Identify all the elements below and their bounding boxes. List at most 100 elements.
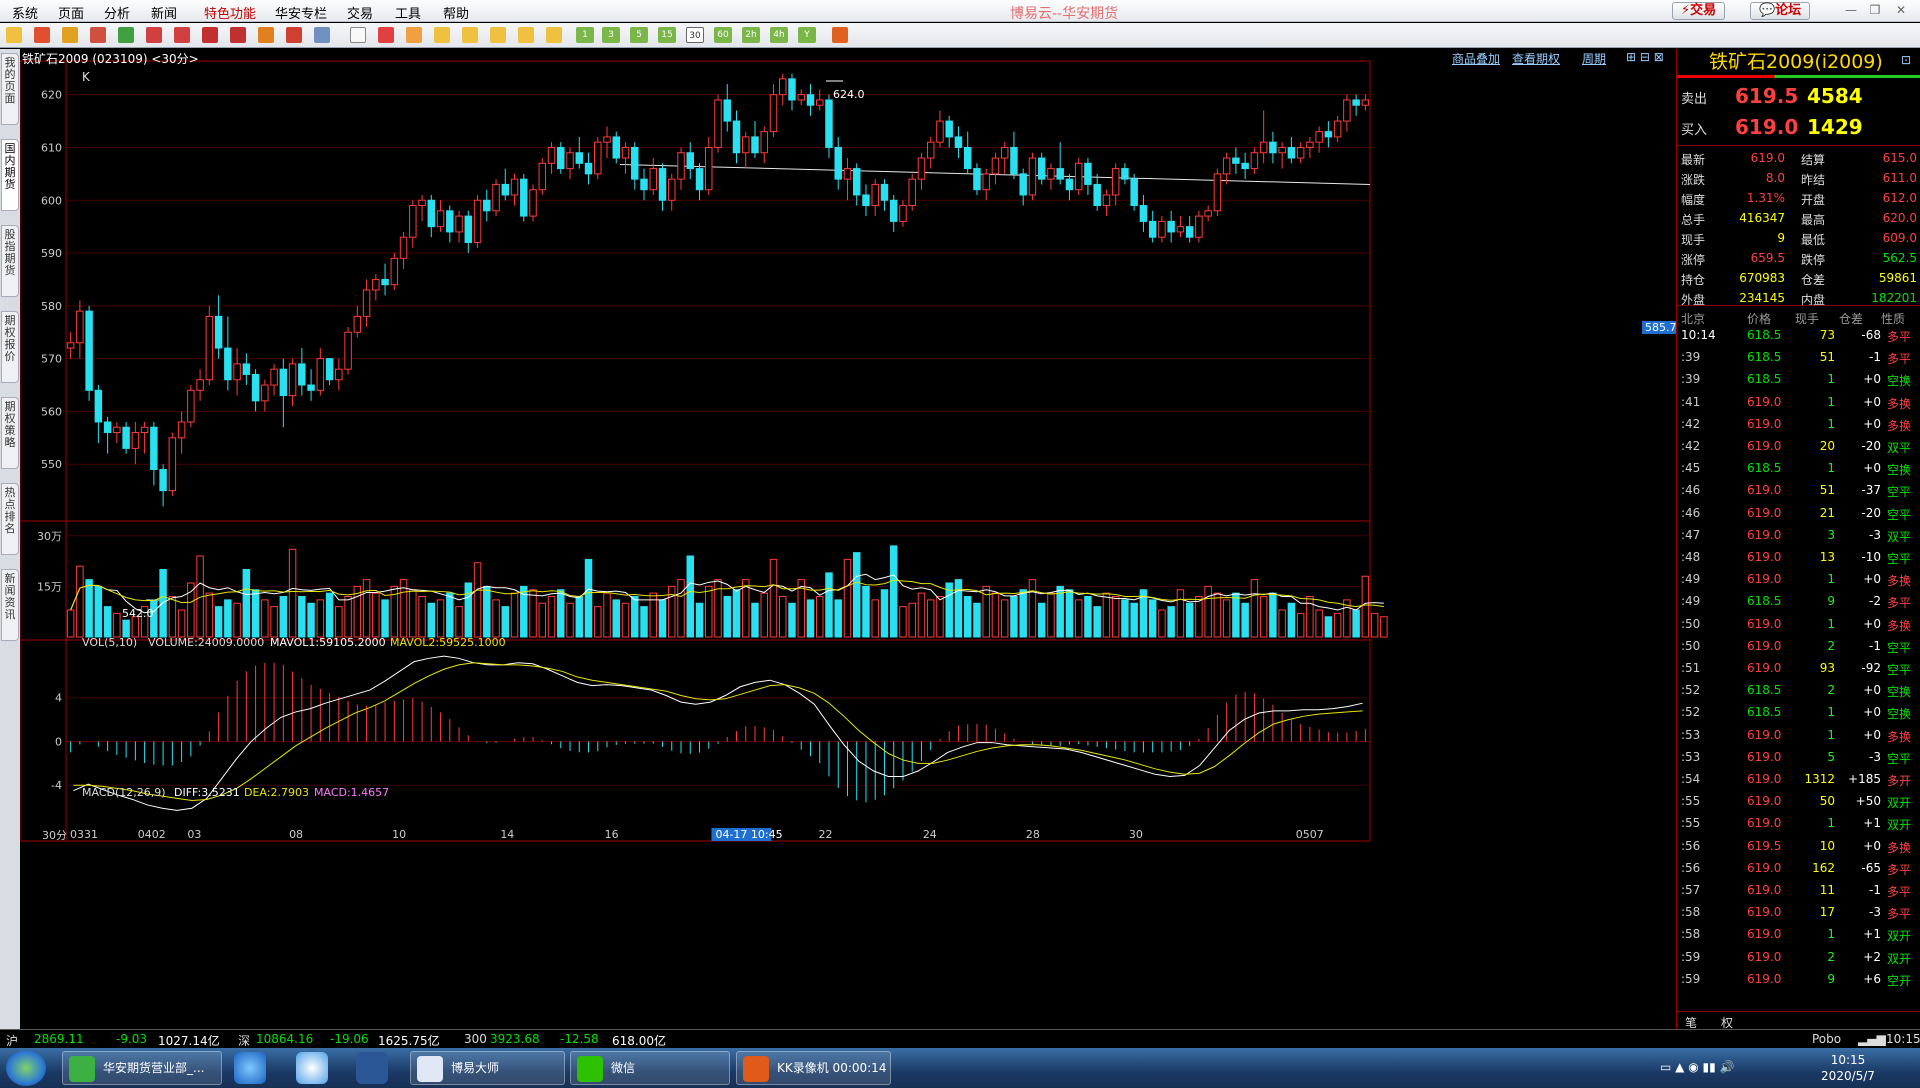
tick-row[interactable]: :59 619.0 2 +2 双开 (1677, 947, 1920, 969)
tick-icon[interactable] (406, 27, 422, 43)
week-icon[interactable] (462, 27, 478, 43)
chart-area[interactable]: 620 610 600 590 580 570 560 550 30万 15万 4 0 -4 30分 033… (20, 49, 1680, 1029)
task-wechat[interactable]: 微信 (570, 1051, 730, 1085)
maximize-icon[interactable]: ❐ (1864, 2, 1886, 18)
period-2h[interactable]: 2h (742, 27, 760, 43)
tick-row[interactable]: :54 619.0 1312 +185 多开 (1677, 769, 1920, 791)
period-3min[interactable]: 3 (602, 27, 620, 43)
task-kk-recorder[interactable]: KK录像机 00:00:14 (736, 1051, 891, 1085)
tick-row[interactable]: :42 619.0 1 +0 多换 (1677, 414, 1920, 436)
tick-row[interactable]: :58 619.0 1 +1 双开 (1677, 924, 1920, 946)
tray-icons[interactable]: ▭ ▲ ◉ ▮▮ 🔊 (1660, 1060, 1734, 1074)
tick-row[interactable]: :45 618.5 1 +0 空换 (1677, 458, 1920, 480)
zoom-out-icon[interactable] (174, 27, 190, 43)
filter-icon[interactable] (286, 27, 302, 43)
period-30min[interactable]: 30 (686, 27, 704, 43)
draw-icon[interactable] (258, 27, 274, 43)
pen-icon[interactable] (230, 27, 246, 43)
tick-row[interactable]: :39 618.5 51 -1 多平 (1677, 347, 1920, 369)
period-60min[interactable]: 60 (714, 27, 732, 43)
view-options-link[interactable]: 查看期权 (1512, 50, 1560, 67)
tick-row[interactable]: :53 619.0 5 -3 空平 (1677, 747, 1920, 769)
month-icon[interactable] (490, 27, 506, 43)
tick-row[interactable]: :47 619.0 3 -3 双平 (1677, 525, 1920, 547)
period-5min[interactable]: 5 (630, 27, 648, 43)
tick-row[interactable]: :55 619.0 1 +1 双开 (1677, 813, 1920, 835)
window-icon[interactable] (90, 27, 106, 43)
zoom-in-icon[interactable] (146, 27, 162, 43)
menu-help[interactable]: 帮助 (443, 3, 469, 22)
tick-row[interactable]: :41 619.0 1 +0 多换 (1677, 392, 1920, 414)
tick-row[interactable]: :52 618.5 2 +0 空换 (1677, 680, 1920, 702)
ask-row[interactable]: 卖出 619.5 4584 (1677, 82, 1920, 112)
bid-row[interactable]: 买入 619.0 1429 (1677, 113, 1920, 143)
minimize-icon[interactable]: — (1840, 2, 1862, 18)
menu-features[interactable]: 特色功能 (204, 3, 256, 22)
menu-page[interactable]: 页面 (58, 3, 84, 22)
commodity-overlay-link[interactable]: 商品叠加 (1452, 50, 1500, 67)
tick-row[interactable]: :55 619.0 50 +50 双开 (1677, 791, 1920, 813)
day-icon[interactable] (434, 27, 450, 43)
ie-icon[interactable] (234, 1052, 266, 1084)
back-icon[interactable] (6, 27, 22, 43)
tick-row[interactable]: :46 619.0 21 -20 空平 (1677, 503, 1920, 525)
tick-row[interactable]: :51 619.0 93 -92 空平 (1677, 658, 1920, 680)
tick-row[interactable]: :59 619.0 9 +6 空开 (1677, 969, 1920, 991)
tick-row[interactable]: :49 619.0 1 +0 多换 (1677, 569, 1920, 591)
table-icon[interactable] (350, 27, 366, 43)
tick-row[interactable]: :50 619.0 1 +0 多换 (1677, 614, 1920, 636)
tick-row[interactable]: :42 619.0 20 -20 双平 (1677, 436, 1920, 458)
clock[interactable]: 10:15 2020/5/7 (1808, 1052, 1888, 1084)
forum-button[interactable]: 💬论坛 (1750, 2, 1811, 20)
year-icon[interactable] (546, 27, 562, 43)
sidetab-hot-ranking[interactable]: 热点排名 (1, 483, 19, 555)
app-icon[interactable] (296, 1052, 328, 1084)
menu-system[interactable]: 系统 (12, 3, 38, 22)
tick-row[interactable]: :49 618.5 9 -2 多平 (1677, 591, 1920, 613)
chart-icon[interactable] (378, 27, 394, 43)
folder-icon[interactable] (62, 27, 78, 43)
period-4h[interactable]: 4h (770, 27, 788, 43)
tick-row[interactable]: 10:14 618.5 73 -68 多平 (1677, 325, 1920, 347)
layout-icons[interactable]: ⊞ ⊟ ⊠ (1626, 50, 1664, 64)
tick-row[interactable]: :58 619.0 17 -3 多平 (1677, 902, 1920, 924)
sidetab-news[interactable]: 新闻资讯 (1, 569, 19, 641)
sidetab-option-strategy[interactable]: 期权策略 (1, 397, 19, 469)
copy-icon[interactable] (202, 27, 218, 43)
menu-huaan-column[interactable]: 华安专栏 (275, 3, 327, 22)
close-icon[interactable]: ✕ (1890, 2, 1912, 18)
trade-button[interactable]: ⚡交易 (1672, 2, 1726, 20)
season-icon[interactable] (518, 27, 534, 43)
start-button[interactable] (6, 1050, 46, 1086)
tick-row[interactable]: :46 619.0 51 -37 空平 (1677, 480, 1920, 502)
home-icon[interactable] (34, 27, 50, 43)
period-15min[interactable]: 15 (658, 27, 676, 43)
menu-analysis[interactable]: 分析 (104, 3, 130, 22)
task-huaan[interactable]: 华安期货营业部_... (62, 1051, 222, 1085)
tick-row[interactable]: :56 619.0 162 -65 多平 (1677, 858, 1920, 880)
menu-trade[interactable]: 交易 (347, 3, 373, 22)
tick-row[interactable]: :52 618.5 1 +0 空换 (1677, 702, 1920, 724)
period-1min[interactable]: 1 (576, 27, 594, 43)
calculator-icon[interactable] (832, 27, 848, 43)
task-boyi[interactable]: 博易大师 (410, 1051, 565, 1085)
menu-news[interactable]: 新闻 (151, 3, 177, 22)
tick-row[interactable]: :48 619.0 13 -10 空平 (1677, 547, 1920, 569)
tick-row[interactable]: :57 619.0 11 -1 多平 (1677, 880, 1920, 902)
tick-row[interactable]: :39 618.5 1 +0 空换 (1677, 369, 1920, 391)
refresh-icon[interactable] (118, 27, 134, 43)
tick-row[interactable]: :56 619.5 10 +0 多换 (1677, 836, 1920, 858)
period-year[interactable]: Y (798, 27, 816, 43)
indicator-icon[interactable] (314, 27, 330, 43)
word-icon[interactable] (356, 1052, 388, 1084)
sidetab-option-quotes[interactable]: 期权报价 (1, 311, 19, 383)
expand-icon[interactable]: ⊡ (1901, 53, 1911, 67)
sidetab-my-page[interactable]: 我的页面 (1, 53, 19, 125)
tick-row[interactable]: :50 619.0 2 -1 空平 (1677, 636, 1920, 658)
sidetab-index-futures[interactable]: 股指期货 (1, 225, 19, 297)
period-link[interactable]: 周期 (1582, 50, 1606, 67)
tick-row[interactable]: :53 619.0 1 +0 多换 (1677, 725, 1920, 747)
menu-tools[interactable]: 工具 (395, 3, 421, 22)
sidetab-domestic-futures[interactable]: 国内期货 (1, 139, 19, 211)
kline-chart[interactable]: 62061060059058057056055030万15万40-430分 033… (20, 49, 1676, 1029)
